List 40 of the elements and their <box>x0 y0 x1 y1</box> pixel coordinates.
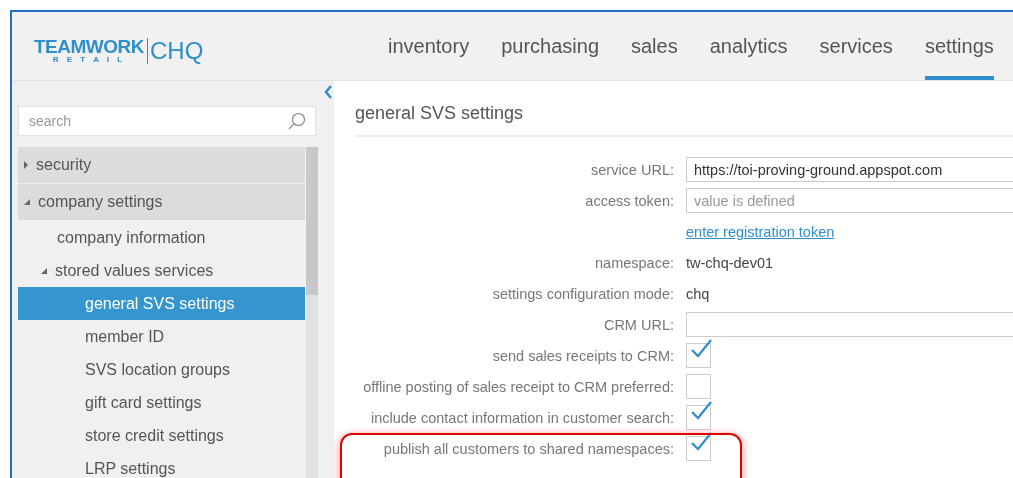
tree-item[interactable]: stored values services <box>18 254 305 287</box>
scrollbar-thumb[interactable] <box>306 147 318 295</box>
checkbox[interactable] <box>686 374 711 399</box>
nav-tab[interactable]: analytics <box>709 35 788 80</box>
collapse-icon[interactable] <box>324 85 332 99</box>
field-label: send sales receipts to CRM: <box>492 347 674 364</box>
field-label: service URL: <box>591 161 674 178</box>
nav-tab[interactable]: inventory <box>388 35 470 80</box>
tree-item[interactable]: store credit settings <box>18 419 305 452</box>
field-label: settings configuration mode: <box>492 285 674 302</box>
field-label: access token: <box>585 192 674 209</box>
nav-tab[interactable]: purchasing <box>501 35 599 80</box>
logo-subtitle: R E T A I L <box>52 55 126 64</box>
input-field[interactable] <box>686 312 1013 337</box>
field-label: offline posting of sales receipt to CRM preferred: <box>363 378 674 395</box>
search-field[interactable]: search <box>18 106 316 136</box>
field-label: publish all customers to shared namespaces: <box>383 440 674 457</box>
tree-item[interactable]: member ID <box>18 320 305 353</box>
tree-item[interactable]: SVS location groups <box>18 353 305 386</box>
field-label: CRM URL: <box>603 316 674 333</box>
field-label: namespace: <box>595 254 674 271</box>
input-field[interactable]: https://toi-proving-ground.appspot.com <box>686 157 1013 182</box>
tree-item[interactable]: LRP settings <box>18 452 305 478</box>
search-icon <box>288 112 306 130</box>
logo-product: CHQ <box>149 38 204 64</box>
input-field[interactable]: value is defined <box>686 188 1013 213</box>
tree-item[interactable]: company settings <box>18 184 305 220</box>
tree-item[interactable]: gift card settings <box>18 386 305 419</box>
registration-link[interactable]: enter registration token <box>686 223 835 240</box>
field-value: chq <box>686 285 710 302</box>
field-label: include contact information in customer search: <box>370 409 674 426</box>
scrollbar[interactable] <box>306 147 318 478</box>
logo-wordmark: TEAMWORK <box>34 38 144 55</box>
tree-item[interactable]: company information <box>18 221 305 254</box>
nav-tab[interactable]: sales <box>631 35 678 80</box>
nav-tab[interactable]: services <box>819 35 893 80</box>
page-title: general SVS settings <box>355 103 1013 137</box>
field-value: tw-chq-dev01 <box>686 254 774 271</box>
tree-item[interactable]: security <box>18 147 305 183</box>
nav-tab[interactable]: settings <box>924 35 994 80</box>
